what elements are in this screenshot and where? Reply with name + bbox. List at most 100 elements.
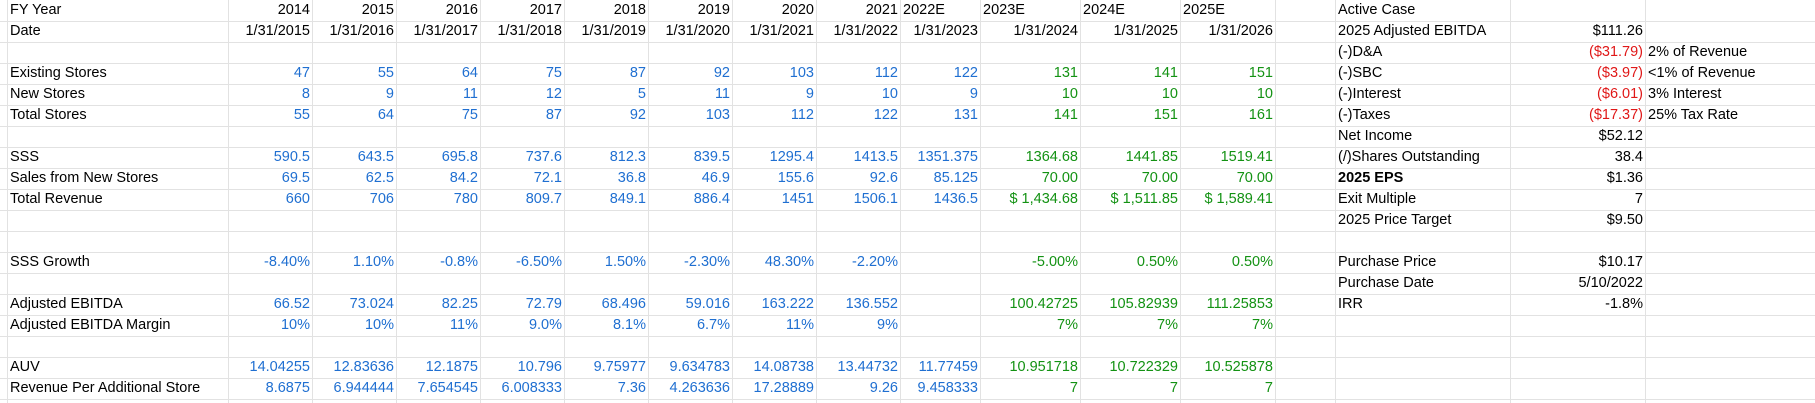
row-label[interactable]: SSS (7, 147, 228, 168)
data-cell[interactable]: 9% (816, 315, 900, 336)
data-cell[interactable]: 10 (816, 84, 900, 105)
data-cell[interactable]: 1506.1 (816, 189, 900, 210)
year-header[interactable]: 2024E (1080, 0, 1180, 21)
data-cell[interactable]: 155.6 (732, 168, 816, 189)
data-cell[interactable]: 1351.375 (900, 147, 980, 168)
data-cell[interactable]: 9.26 (816, 378, 900, 399)
data-cell[interactable]: 660 (228, 189, 312, 210)
summary-value[interactable]: ($6.01) (1510, 84, 1645, 105)
data-cell[interactable]: 1364.68 (980, 147, 1080, 168)
data-cell[interactable]: 10.525878 (1180, 357, 1275, 378)
data-cell[interactable]: 100.42725 (980, 294, 1080, 315)
data-cell[interactable]: 151 (1180, 63, 1275, 84)
data-cell[interactable]: 1519.41 (1180, 147, 1275, 168)
summary-value[interactable]: 38.4 (1510, 147, 1645, 168)
data-cell[interactable]: 10% (228, 315, 312, 336)
data-cell[interactable]: 17.28889 (732, 378, 816, 399)
data-cell[interactable]: $ 1,511.85 (1080, 189, 1180, 210)
row-label[interactable]: Existing Stores (7, 63, 228, 84)
data-cell[interactable]: 112 (816, 63, 900, 84)
data-cell[interactable]: 7% (1180, 315, 1275, 336)
data-cell[interactable]: 112 (732, 105, 816, 126)
data-cell[interactable]: 11 (396, 84, 480, 105)
summary-value[interactable]: $1.36 (1510, 168, 1645, 189)
summary-value[interactable]: -1.8% (1510, 294, 1645, 315)
data-cell[interactable]: 70.00 (1180, 168, 1275, 189)
data-cell[interactable]: 10 (1080, 84, 1180, 105)
data-cell[interactable]: 10 (980, 84, 1080, 105)
data-cell[interactable]: 8 (228, 84, 312, 105)
data-cell[interactable]: 66.52 (228, 294, 312, 315)
data-cell[interactable]: 9 (312, 84, 396, 105)
data-cell[interactable]: 849.1 (564, 189, 648, 210)
row-label[interactable]: Adjusted EBITDA (7, 294, 228, 315)
row-label[interactable]: Adjusted EBITDA Margin (7, 315, 228, 336)
data-cell[interactable]: 6.7% (648, 315, 732, 336)
data-cell[interactable]: 706 (312, 189, 396, 210)
date-header[interactable]: 1/31/2023 (900, 21, 980, 42)
fy-year-label[interactable]: FY Year (7, 0, 228, 21)
data-cell[interactable]: 105.82939 (1080, 294, 1180, 315)
data-cell[interactable]: 7 (1080, 378, 1180, 399)
data-cell[interactable]: 0.50% (1080, 252, 1180, 273)
summary-value[interactable]: $52.12 (1510, 126, 1645, 147)
year-header[interactable]: 2022E (900, 0, 980, 21)
data-cell[interactable]: 64 (312, 105, 396, 126)
data-cell[interactable]: 59.016 (648, 294, 732, 315)
spreadsheet[interactable]: FY Year Date 2014 2015 2016 2017 2018 2019 2020 2… (0, 0, 1815, 403)
data-cell[interactable]: 1.10% (312, 252, 396, 273)
year-header[interactable]: 2020 (732, 0, 816, 21)
summary-label[interactable]: Net Income (1335, 126, 1510, 147)
data-cell[interactable]: 8.6875 (228, 378, 312, 399)
data-cell[interactable]: 5 (564, 84, 648, 105)
data-cell[interactable]: 131 (900, 105, 980, 126)
data-cell[interactable]: 62.5 (312, 168, 396, 189)
data-cell[interactable]: 9.634783 (648, 357, 732, 378)
data-cell[interactable]: -6.50% (480, 252, 564, 273)
summary-value[interactable]: $10.17 (1510, 252, 1645, 273)
data-cell[interactable]: 9.75977 (564, 357, 648, 378)
date-header[interactable]: 1/31/2021 (732, 21, 816, 42)
data-cell[interactable]: 1413.5 (816, 147, 900, 168)
data-cell[interactable]: 82.25 (396, 294, 480, 315)
data-cell[interactable]: 7% (980, 315, 1080, 336)
data-cell[interactable]: 695.8 (396, 147, 480, 168)
data-cell[interactable]: 72.79 (480, 294, 564, 315)
date-header[interactable]: 1/31/2020 (648, 21, 732, 42)
data-cell[interactable]: 14.08738 (732, 357, 816, 378)
data-cell[interactable]: 839.5 (648, 147, 732, 168)
data-cell[interactable]: 590.5 (228, 147, 312, 168)
summary-label[interactable]: (-)Taxes (1335, 105, 1510, 126)
data-cell[interactable]: 10.796 (480, 357, 564, 378)
data-cell[interactable]: 84.2 (396, 168, 480, 189)
data-cell[interactable]: 7.654545 (396, 378, 480, 399)
date-header[interactable]: 1/31/2016 (312, 21, 396, 42)
data-cell[interactable]: 886.4 (648, 189, 732, 210)
data-cell[interactable]: 12.83636 (312, 357, 396, 378)
summary-value[interactable]: 7 (1510, 189, 1645, 210)
summary-value[interactable]: ($31.79) (1510, 42, 1645, 63)
data-cell[interactable]: $ 1,434.68 (980, 189, 1080, 210)
year-header[interactable]: 2021 (816, 0, 900, 21)
date-header[interactable]: 1/31/2025 (1080, 21, 1180, 42)
data-cell[interactable]: 75 (396, 105, 480, 126)
data-cell[interactable]: 46.9 (648, 168, 732, 189)
row-label[interactable]: SSS Growth (7, 252, 228, 273)
data-cell[interactable]: 1451 (732, 189, 816, 210)
summary-label[interactable]: 2025 Adjusted EBITDA (1335, 21, 1510, 42)
data-cell[interactable]: 9 (732, 84, 816, 105)
date-header[interactable]: 1/31/2024 (980, 21, 1080, 42)
data-cell[interactable]: 70.00 (980, 168, 1080, 189)
date-header[interactable]: 1/31/2026 (1180, 21, 1275, 42)
data-cell[interactable]: 1295.4 (732, 147, 816, 168)
data-cell[interactable]: $ 1,589.41 (1180, 189, 1275, 210)
data-cell[interactable]: 55 (312, 63, 396, 84)
summary-note[interactable]: 3% Interest (1645, 84, 1815, 105)
year-header[interactable]: 2018 (564, 0, 648, 21)
data-cell[interactable]: 6.008333 (480, 378, 564, 399)
summary-note[interactable]: 25% Tax Rate (1645, 105, 1815, 126)
data-cell[interactable]: 75 (480, 63, 564, 84)
data-cell[interactable]: 812.3 (564, 147, 648, 168)
data-cell[interactable]: 122 (816, 105, 900, 126)
data-cell[interactable]: 122 (900, 63, 980, 84)
